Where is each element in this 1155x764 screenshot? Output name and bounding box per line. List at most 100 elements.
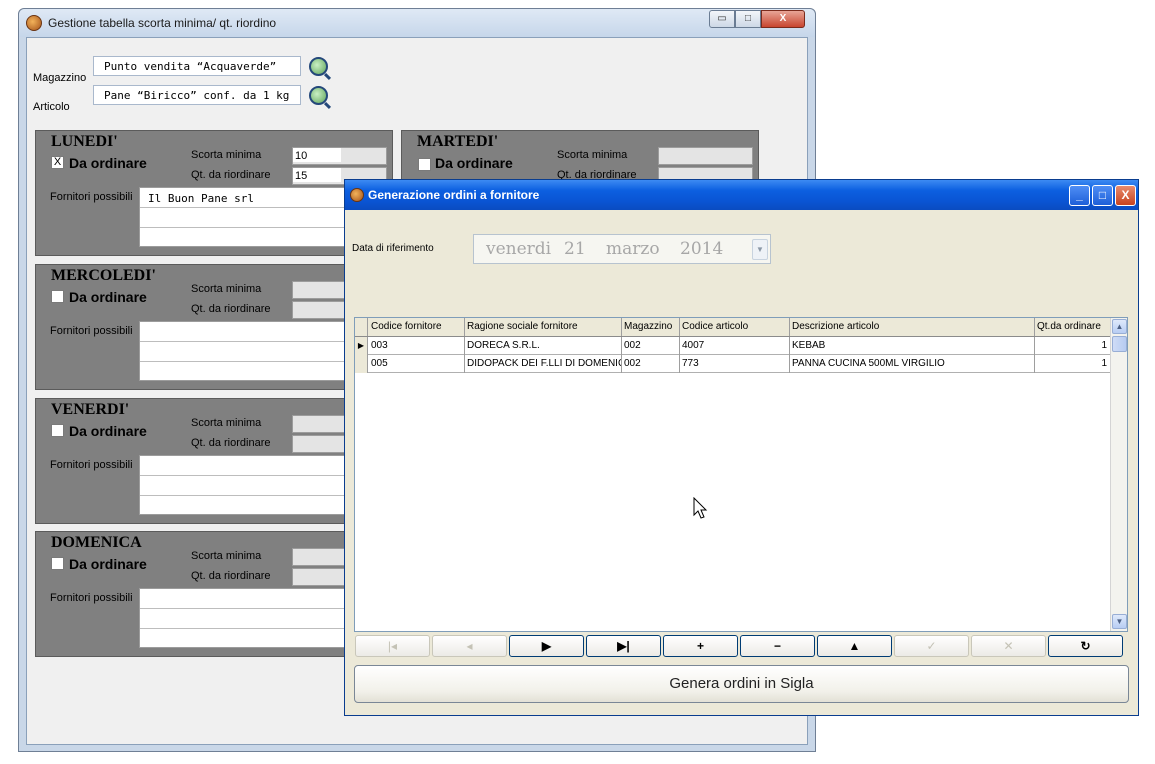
refresh-records-button[interactable]: ↻	[1048, 635, 1123, 657]
dialog-titlebar[interactable]: Generazione ordini a fornitore _ □ X	[345, 180, 1138, 210]
da-ordinare-label: Da ordinare	[69, 423, 147, 439]
da-ordinare-checkbox[interactable]	[51, 424, 64, 437]
date-day: 21	[564, 239, 586, 259]
data-riferimento-label: Data di riferimento	[352, 243, 434, 254]
chevron-down-icon[interactable]: ▼	[752, 239, 768, 260]
da-ordinare-label: Da ordinare	[69, 155, 147, 171]
current-row-indicator: ▶	[355, 337, 368, 355]
date-month: marzo	[606, 239, 660, 259]
vertical-scrollbar[interactable]: ▲ ▼	[1110, 318, 1127, 631]
window-title: Gestione tabella scorta minima/ qt. rior…	[48, 16, 277, 30]
fornitori-possibili-label: Fornitori possibili	[50, 191, 133, 203]
table-row[interactable]: ▶ 003 DORECA S.R.L. 002 4007 KEBAB 1	[355, 337, 1111, 355]
column-header[interactable]: Qt.da ordinare	[1035, 318, 1111, 336]
articolo-label: Articolo	[33, 101, 70, 113]
grid-cell[interactable]: 1	[1035, 337, 1111, 355]
maximize-button[interactable]: □	[1092, 185, 1113, 206]
grid-cell[interactable]: KEBAB	[790, 337, 1035, 355]
day-panel-domenica: DOMENICA Da ordinare Scorta minima Qt. d…	[35, 531, 393, 657]
day-panel-mercoledi: MERCOLEDI' Da ordinare Scorta minima Qt.…	[35, 264, 393, 390]
close-button[interactable]: X	[1115, 185, 1136, 206]
last-record-button[interactable]: ▶|	[586, 635, 661, 657]
insert-record-button[interactable]: +	[663, 635, 738, 657]
column-header[interactable]: Magazzino	[622, 318, 680, 336]
fornitori-possibili-label: Fornitori possibili	[50, 592, 133, 604]
column-header[interactable]: Codice articolo	[680, 318, 790, 336]
grid-cell[interactable]: 4007	[680, 337, 790, 355]
articolo-search-icon[interactable]	[309, 86, 328, 105]
generazione-ordini-dialog: Generazione ordini a fornitore _ □ X Dat…	[344, 179, 1139, 716]
next-record-button[interactable]: ▶	[509, 635, 584, 657]
grid-cell[interactable]: 003	[369, 337, 465, 355]
magazzino-label: Magazzino	[33, 72, 87, 84]
first-record-button[interactable]: |◂	[355, 635, 430, 657]
da-ordinare-label: Da ordinare	[69, 289, 147, 305]
scorta-minima-field[interactable]	[658, 147, 753, 165]
maximize-button[interactable]: □	[735, 10, 761, 28]
scroll-down-icon[interactable]: ▼	[1112, 614, 1127, 629]
day-name: VENERDI'	[51, 401, 130, 418]
magazzino-field[interactable]: Punto vendita “Acquaverde”	[93, 56, 301, 76]
scorta-minima-label: Scorta minima	[191, 149, 262, 161]
window-titlebar[interactable]: Gestione tabella scorta minima/ qt. rior…	[19, 9, 815, 37]
fornitori-possibili-label: Fornitori possibili	[50, 325, 133, 337]
da-ordinare-checkbox[interactable]: X	[51, 156, 64, 169]
da-ordinare-label: Da ordinare	[435, 155, 513, 171]
dialog-title: Generazione ordini a fornitore	[368, 188, 540, 202]
row-indicator	[355, 355, 368, 373]
scroll-thumb[interactable]	[1112, 336, 1127, 352]
da-ordinare-checkbox[interactable]	[51, 557, 64, 570]
qt-riordinare-label: Qt. da riordinare	[191, 437, 271, 449]
grid-cell[interactable]: 773	[680, 355, 790, 373]
day-name: MARTEDI'	[417, 133, 499, 150]
qt-riordinare-label: Qt. da riordinare	[191, 303, 271, 315]
day-name: DOMENICA	[51, 534, 142, 551]
grid-cell[interactable]: PANNA CUCINA 500ML VIRGILIO	[790, 355, 1035, 373]
magazzino-search-icon[interactable]	[309, 57, 328, 76]
da-ordinare-checkbox[interactable]	[51, 290, 64, 303]
grid-cell[interactable]: 002	[622, 355, 680, 373]
genera-ordini-button[interactable]: Genera ordini in Sigla	[354, 665, 1129, 703]
minimize-button[interactable]: ▭	[709, 10, 735, 28]
day-name: LUNEDI'	[51, 133, 118, 150]
articolo-field[interactable]: Pane “Biricco” conf. da 1 kg	[93, 85, 301, 105]
scroll-up-icon[interactable]: ▲	[1112, 319, 1127, 334]
da-ordinare-label: Da ordinare	[69, 556, 147, 572]
qt-riordinare-label: Qt. da riordinare	[191, 169, 271, 181]
row-indicator-header	[355, 318, 368, 336]
grid-cell[interactable]: 005	[369, 355, 465, 373]
scorta-minima-label: Scorta minima	[191, 283, 262, 295]
column-header[interactable]: Ragione sociale fornitore	[465, 318, 622, 336]
db-navigator: |◂ ◂ ▶ ▶| + − ▲ ✓ ✕ ↻	[355, 635, 1125, 659]
scorta-minima-label: Scorta minima	[191, 417, 262, 429]
column-header[interactable]: Descrizione articolo	[790, 318, 1035, 336]
day-panel-lunedi: LUNEDI' X Da ordinare Scorta minima Qt. …	[35, 130, 393, 256]
scorta-minima-label: Scorta minima	[557, 149, 628, 161]
table-row[interactable]: 005 DIDOPACK DEI F.LLI DI DOMENICO 002 7…	[355, 355, 1111, 373]
close-button[interactable]: X	[761, 10, 805, 28]
column-header[interactable]: Codice fornitore	[369, 318, 465, 336]
grid-cell[interactable]: DORECA S.R.L.	[465, 337, 622, 355]
delete-record-button[interactable]: −	[740, 635, 815, 657]
mouse-cursor-icon	[693, 497, 708, 519]
grid-header: Codice fornitore Ragione sociale fornito…	[355, 318, 1111, 337]
cancel-record-button[interactable]: ✕	[971, 635, 1046, 657]
qt-riordinare-label: Qt. da riordinare	[191, 570, 271, 582]
date-picker[interactable]: venerdi 21 marzo 2014 ▼	[473, 234, 771, 264]
grid-cell[interactable]: 1	[1035, 355, 1111, 373]
grid-cell[interactable]: 002	[622, 337, 680, 355]
post-record-button[interactable]: ✓	[894, 635, 969, 657]
scorta-minima-label: Scorta minima	[191, 550, 262, 562]
date-weekday: venerdi	[486, 239, 552, 259]
fornitori-possibili-label: Fornitori possibili	[50, 459, 133, 471]
da-ordinare-checkbox[interactable]	[418, 158, 431, 171]
app-icon	[350, 188, 364, 202]
date-year: 2014	[680, 239, 724, 259]
day-name: MERCOLEDI'	[51, 267, 156, 284]
orders-grid[interactable]: Codice fornitore Ragione sociale fornito…	[354, 317, 1128, 632]
prior-record-button[interactable]: ◂	[432, 635, 507, 657]
grid-cell[interactable]: DIDOPACK DEI F.LLI DI DOMENICO	[465, 355, 622, 373]
minimize-button[interactable]: _	[1069, 185, 1090, 206]
scorta-minima-field[interactable]: 10	[292, 147, 387, 165]
edit-record-button[interactable]: ▲	[817, 635, 892, 657]
